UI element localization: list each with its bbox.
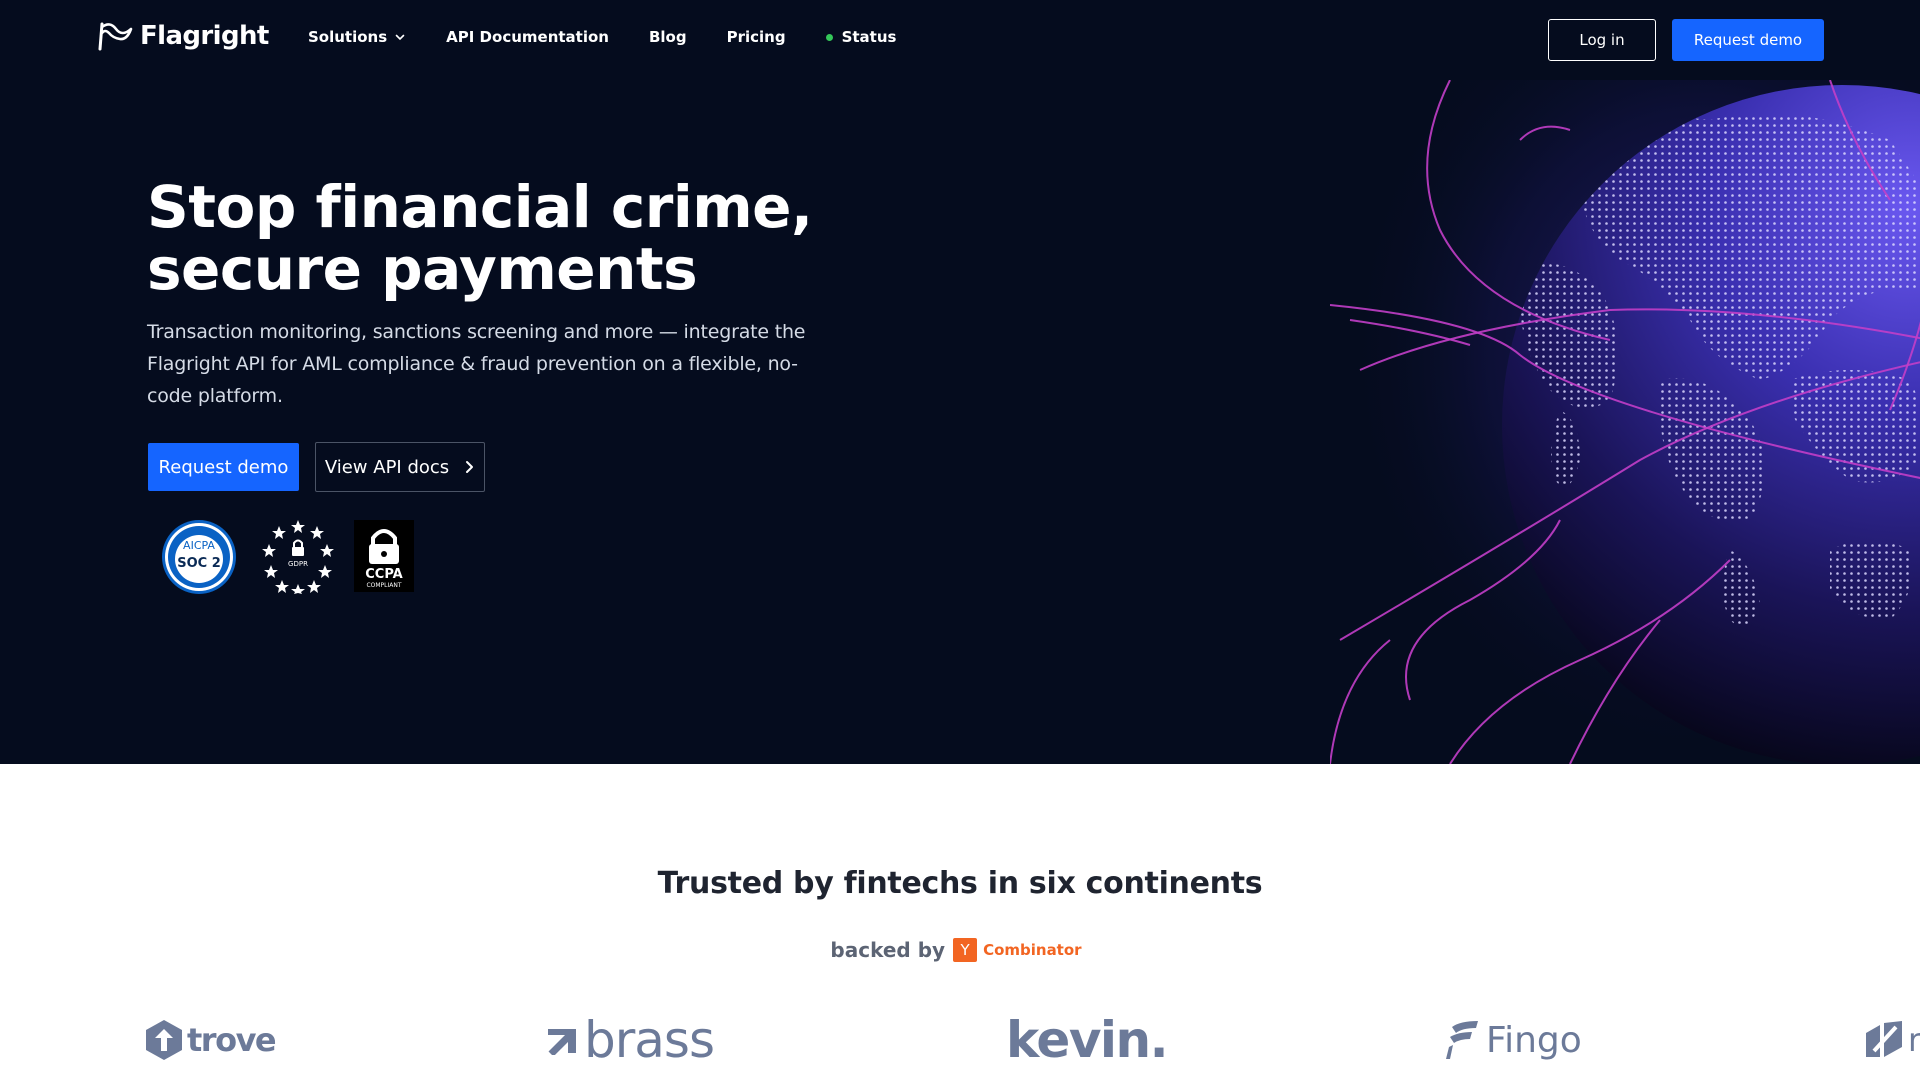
nav-links: Solutions API Documentation Blog Pricing… [308, 28, 936, 46]
nav-request-demo-button[interactable]: Request demo [1672, 19, 1824, 61]
ycombinator-name: Combinator [983, 941, 1082, 959]
partner-logo-partial: r [1864, 1010, 1920, 1070]
hero-title-line1: Stop financial crime, [147, 173, 813, 241]
backed-by-label: backed by [830, 938, 946, 962]
partner-name-trove: trove [187, 1021, 277, 1059]
nav-solutions-label: Solutions [308, 28, 388, 46]
hero-request-demo-button[interactable]: Request demo [148, 443, 299, 491]
brand-name: Flagright [140, 21, 269, 51]
ccpa-badge-sub-text: COMPLIANT [366, 582, 401, 589]
nav-solutions-dropdown[interactable]: Solutions [308, 28, 406, 46]
ccpa-badge-icon: CCPA COMPLIANT [354, 520, 414, 592]
gdpr-badge-icon: GDPR [262, 520, 334, 594]
soc-badge-main-text: SOC 2 [177, 556, 221, 571]
view-api-docs-label: View API docs [324, 456, 450, 478]
view-api-docs-button[interactable]: View API docs [315, 442, 485, 492]
fingo-logo-icon [1446, 1021, 1478, 1059]
brass-logo-icon [548, 1029, 576, 1055]
hero-section: Flagright Solutions API Documentation Bl… [0, 0, 1920, 764]
soc2-badge-icon: AICPA SOC 2 [162, 520, 236, 594]
backed-by-row: backed by Y Combinator [0, 938, 1920, 962]
partial-partner-logo-icon [1866, 1021, 1902, 1057]
partner-logos: trove brass kevin. Fingo r [0, 1010, 1920, 1080]
partner-name-brass: brass [584, 1011, 715, 1069]
top-navigation: Flagright Solutions API Documentation Bl… [0, 0, 1920, 80]
partner-name-partial: r [1908, 1021, 1920, 1059]
hero-subtitle: Transaction monitoring, sanctions screen… [147, 321, 806, 407]
nav-pricing[interactable]: Pricing [727, 28, 786, 46]
flagright-logo-icon [98, 22, 133, 51]
partner-logo-fingo: Fingo [1444, 1010, 1582, 1070]
compliance-badges: AICPA SOC 2 GDPR CCPA COMPLIANT [160, 518, 420, 594]
partner-logo-trove: trove [145, 1010, 277, 1070]
hero-title: Stop financial crime, secure payments [147, 176, 907, 300]
ccpa-badge-main-text: CCPA [365, 567, 402, 582]
brand-logo[interactable]: Flagright [96, 20, 269, 52]
partner-logo-brass: brass [548, 1010, 715, 1070]
partner-name-kevin: kevin. [1006, 1011, 1169, 1069]
login-button[interactable]: Log in [1548, 19, 1656, 61]
partner-logo-kevin: kevin. [1006, 1010, 1169, 1070]
chevron-down-icon [395, 34, 405, 41]
chevron-right-icon [466, 461, 474, 473]
nav-api-documentation[interactable]: API Documentation [446, 28, 609, 46]
globe-graphic [1330, 80, 1920, 764]
gdpr-badge-text: GDPR [288, 560, 308, 568]
hero-title-line2: secure payments [147, 235, 698, 303]
nav-status-label: Status [841, 28, 897, 46]
trove-logo-icon [146, 1020, 182, 1060]
nav-status[interactable]: Status [825, 28, 897, 46]
partner-name-fingo: Fingo [1486, 1019, 1582, 1061]
status-dot-icon [825, 33, 833, 41]
ycombinator-logo-icon: Y [953, 938, 978, 962]
nav-blog[interactable]: Blog [649, 28, 687, 46]
soc-badge-top-text: AICPA [183, 539, 215, 552]
trusted-title: Trusted by fintechs in six continents [657, 866, 1263, 901]
